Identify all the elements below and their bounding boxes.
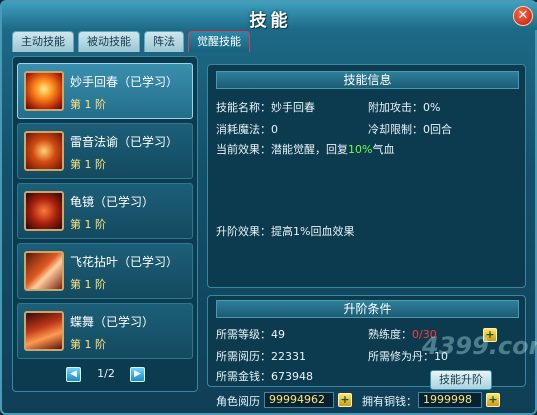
butterfly-icon — [24, 311, 64, 351]
skill-level: 第 1 阶 — [70, 278, 106, 291]
close-icon: ✕ — [517, 8, 529, 23]
add-copper-button[interactable]: + — [486, 393, 500, 407]
skill-level: 第 1 阶 — [70, 98, 106, 111]
required-exp-row: 所需阅历：22331 — [216, 348, 306, 364]
skill-name-row: 技能名称：妙手回春 — [216, 99, 315, 115]
skill-info-panel: 技能信息 技能名称：妙手回春 附加攻击：0% 消耗魔法：0 冷却限制：0回合 当… — [207, 64, 526, 288]
petal-icon — [24, 251, 64, 291]
required-gold-label: 所需金钱： — [216, 370, 271, 383]
skill-name-label: 技能名称： — [216, 101, 271, 114]
skill-name: 龟镜（已学习） — [70, 195, 155, 209]
current-effect-percent: 10% — [348, 143, 373, 156]
skill-name-value: 妙手回春 — [271, 101, 315, 114]
required-level-value: 49 — [271, 328, 285, 341]
skill-item[interactable]: 龟镜（已学习） 第 1 阶 — [17, 183, 193, 239]
next-page-button[interactable]: ▶ — [130, 367, 145, 382]
plus-icon: + — [340, 393, 350, 406]
tab-bar: 主动技能 被动技能 阵法 觉醒技能 — [12, 31, 250, 53]
skill-name: 蝶舞（已学习） — [70, 315, 155, 329]
role-exp-label: 角色阅历 — [216, 395, 260, 408]
required-level-label: 所需等级： — [216, 328, 271, 341]
cooldown-label: 冷却限制： — [368, 123, 423, 136]
copper-label: 拥有铜钱： — [362, 395, 417, 408]
skill-name: 雷音法谕（已学习） — [70, 135, 179, 149]
add-role-exp-button[interactable]: + — [338, 393, 352, 407]
skill-item[interactable]: 妙手回春（已学习） 第 1 阶 — [17, 63, 193, 119]
tab-passive-skills[interactable]: 被动技能 — [78, 31, 140, 52]
window-title: 技能 — [249, 11, 292, 31]
tab-active-skills[interactable]: 主动技能 — [12, 31, 74, 52]
cooldown-value: 0回合 — [423, 123, 452, 136]
required-gold-row: 所需金钱：673948 — [216, 368, 313, 384]
current-effect-suffix: 气血 — [372, 143, 395, 156]
extra-attack-row: 附加攻击：0% — [368, 99, 440, 115]
required-gold-value: 673948 — [271, 370, 313, 383]
arrow-left-icon: ◀ — [70, 369, 77, 379]
page-indicator: 1/2 — [97, 367, 115, 380]
tab-formation[interactable]: 阵法 — [144, 31, 184, 52]
watermark: 4399.com — [422, 332, 537, 360]
upgrade-conditions-header: 升阶条件 — [216, 300, 519, 318]
current-effect-label: 当前效果： — [216, 143, 271, 156]
extra-attack-label: 附加攻击： — [368, 101, 423, 114]
extra-attack-value: 0% — [423, 101, 441, 114]
skill-name: 飞花拈叶（已学习） — [70, 255, 179, 269]
current-effect-row: 当前效果：潜能觉醒，回复10%气血 — [216, 141, 394, 157]
title-bar: 技能 ✕ — [2, 2, 537, 31]
skill-window: 技能 ✕ 主动技能 被动技能 阵法 觉醒技能 妙手回春（已学习） 第 1 阶 雷… — [0, 0, 537, 415]
proficiency-label: 熟练度： — [368, 328, 412, 341]
skill-info-header: 技能信息 — [216, 71, 519, 89]
required-exp-value: 22331 — [271, 350, 306, 363]
skill-item[interactable]: 雷音法谕（已学习） 第 1 阶 — [17, 123, 193, 179]
close-button[interactable]: ✕ — [513, 6, 533, 26]
required-level-row: 所需等级：49 — [216, 326, 285, 342]
current-effect-text: 潜能觉醒，回复 — [271, 143, 348, 156]
skill-item[interactable]: 蝶舞（已学习） 第 1 阶 — [17, 303, 193, 359]
copper-value: 1999998 — [418, 392, 482, 408]
cooldown-row: 冷却限制：0回合 — [368, 121, 452, 137]
upgrade-effect-row: 升阶效果：提高1%回血效果 — [216, 223, 354, 239]
plus-icon: + — [488, 393, 498, 406]
hand-fire-icon — [24, 71, 64, 111]
shield-icon — [24, 191, 64, 231]
arrow-right-icon: ▶ — [134, 369, 141, 379]
prev-page-button[interactable]: ◀ — [66, 367, 81, 382]
upgrade-effect-value: 提高1%回血效果 — [271, 225, 355, 238]
tab-awakening-skills[interactable]: 觉醒技能 — [188, 31, 250, 52]
upgrade-effect-label: 升阶效果： — [216, 225, 271, 238]
mana-cost-row: 消耗魔法：0 — [216, 121, 278, 137]
skill-name: 妙手回春（已学习） — [70, 75, 179, 89]
mana-cost-value: 0 — [271, 123, 278, 136]
skill-level: 第 1 阶 — [70, 338, 106, 351]
skill-item[interactable]: 飞花拈叶（已学习） 第 1 阶 — [17, 243, 193, 299]
required-exp-label: 所需阅历： — [216, 350, 271, 363]
pager: ◀ 1/2 ▶ — [66, 366, 146, 384]
role-exp-value: 99994962 — [264, 392, 334, 408]
skill-level: 第 1 阶 — [70, 218, 106, 231]
mana-cost-label: 消耗魔法： — [216, 123, 271, 136]
skill-list: 妙手回春（已学习） 第 1 阶 雷音法谕（已学习） 第 1 阶 龟镜（已学习） … — [12, 56, 198, 392]
skill-level: 第 1 阶 — [70, 158, 106, 171]
thunder-icon — [24, 131, 64, 171]
